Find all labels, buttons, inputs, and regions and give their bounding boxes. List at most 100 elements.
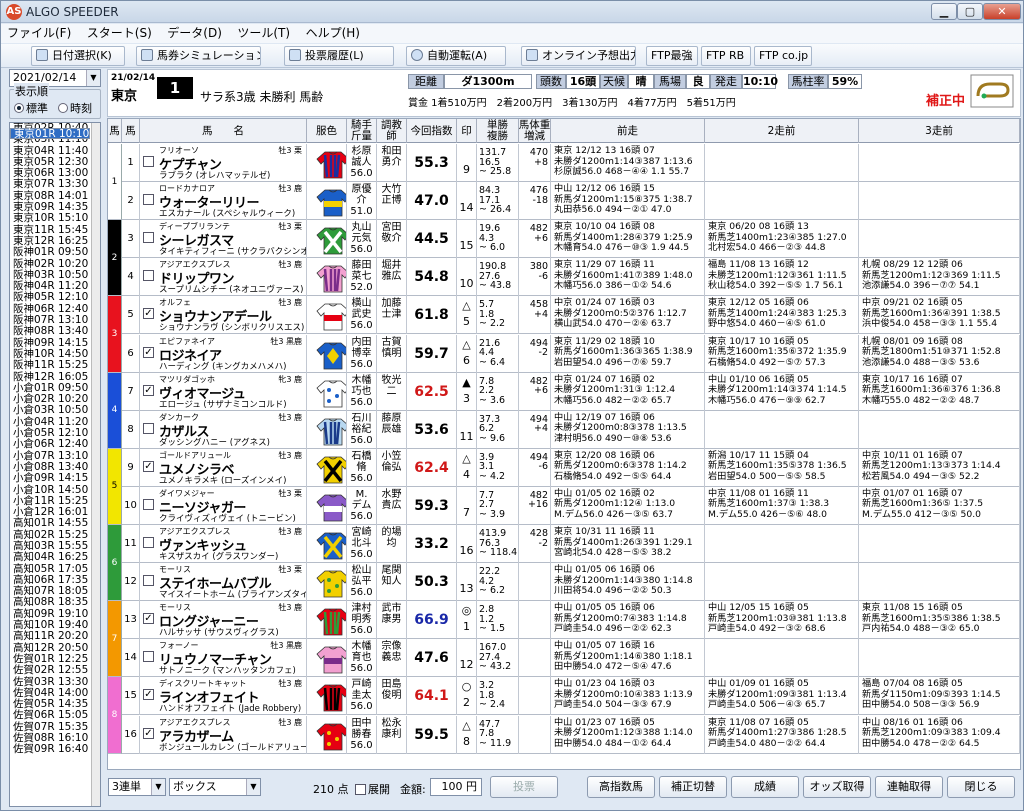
menu-start[interactable]: スタート(S): [81, 24, 158, 43]
dam-name: ハーディング (キングカメハメハ): [159, 361, 287, 372]
horse-checkbox[interactable]: [143, 194, 154, 206]
close-button[interactable]: 閉じる: [947, 776, 1015, 798]
race-list-item[interactable]: 小倉09R 14:15: [10, 472, 100, 484]
silk-cell: [307, 258, 347, 297]
bet-type-select[interactable]: 3連単 ▼: [108, 778, 166, 796]
silk-cell: [307, 410, 347, 449]
horse-checkbox[interactable]: ✓: [143, 308, 154, 320]
horse-checkbox[interactable]: ✓: [143, 727, 154, 739]
table-row[interactable]: 4 アジアエクスプレス 牡3 鹿ドリップワン スープリムシチー (ネオユニヴァース) 藤…: [108, 258, 1020, 297]
horse-checkbox[interactable]: [143, 498, 154, 510]
table-row[interactable]: 11 アジアエクスプレス 牡3 鹿ヴァンキッシュ キスザスカイ (グラスワンダー) 宮崎…: [108, 525, 1020, 564]
race-list-item[interactable]: 東京10R 15:10: [10, 213, 100, 225]
odds-fetch-button[interactable]: オッズ取得: [803, 776, 871, 798]
date-select-button[interactable]: 日付選択(K): [31, 46, 125, 66]
ticket-simulation-button[interactable]: 馬券シミュレーション(B): [136, 46, 261, 66]
race-list-item[interactable]: 佐賀09R 16:40: [10, 744, 100, 756]
table-row[interactable]: 1 フリオーソ 牡3 栗ケプチャン ラブラク (オレハマッテルゼ) 杉原 誠人 56.0…: [108, 144, 1020, 183]
prev-race-line: 戸崎圭54.0 504－③③ 67.9: [554, 699, 672, 711]
points-label: 210 点: [313, 783, 349, 796]
expand-checkbox[interactable]: 展開: [355, 781, 390, 797]
horse-checkbox[interactable]: ✓: [143, 384, 154, 396]
horse-checkbox[interactable]: [143, 537, 154, 548]
menu-tools[interactable]: ツール(T): [231, 24, 296, 43]
chevron-down-icon[interactable]: ▼: [246, 779, 260, 795]
table-row[interactable]: 10 ダイワメジャー 牡3 栗ニーソジャガー クライヴィズィヴェイ (トニービン) M.…: [108, 486, 1020, 525]
horse-checkbox[interactable]: [143, 575, 154, 587]
silk-cell: [307, 563, 347, 602]
maximize-icon[interactable]: ▢: [957, 3, 983, 20]
race-list-item[interactable]: 佐賀02R 12:55: [10, 664, 100, 676]
scrollbar[interactable]: [91, 123, 100, 806]
table-row[interactable]: 15 ✓ ディスクリートキャット 牡3 鹿ラインオフェイト ハンドオフフェイト (Jad…: [108, 677, 1020, 716]
axis-fetch-button[interactable]: 連軸取得: [875, 776, 943, 798]
menu-data[interactable]: データ(D): [161, 24, 228, 43]
race-list-item[interactable]: 阪神08R 13:40: [10, 326, 100, 338]
prev-race-p1: 中山 01/05 05 16頭 06 新馬ダ1200m0:7④383 1:14.8…: [551, 601, 705, 640]
horse-checkbox[interactable]: [143, 156, 154, 167]
race-list-item[interactable]: 東京01R 10:10: [10, 128, 91, 140]
table-row[interactable]: 14 フォーノー 牡3 黒鹿 リュウノマーチャン サトノニーク (マンハッタンカフェ) 木…: [108, 639, 1020, 678]
race-list-item[interactable]: 阪神01R 09:50: [10, 246, 100, 258]
table-row[interactable]: 13 ✓ モーリス 牡3 鹿ロングジャーニー ハルサッサ (サウスヴィグラス) 津村 明秀…: [108, 601, 1020, 640]
race-list-item[interactable]: 高知04R 16:25: [10, 551, 100, 563]
online-output-button[interactable]: オンライン予想出力: [521, 46, 636, 66]
trainer: 松永 康利: [377, 715, 407, 754]
title-bar[interactable]: AS ALGO SPEEDER ▁ ▢ ✕: [1, 1, 1023, 23]
prev-race-p1: 中山 01/23 04 16頭 03 未勝ダ1200m0:10④383 1:13.…: [551, 677, 705, 716]
race-list-item[interactable]: 小倉06R 12:40: [10, 439, 100, 451]
race-list-item[interactable]: 阪神11R 15:25: [10, 359, 100, 371]
ftp-strongest-button[interactable]: FTP最強: [646, 46, 698, 66]
horse-checkbox[interactable]: [143, 651, 154, 663]
horse-checkbox[interactable]: [143, 232, 154, 244]
horse-checkbox[interactable]: ✓: [143, 460, 154, 472]
ftp-cojp-button[interactable]: FTP co.jp: [754, 46, 812, 66]
minimize-icon[interactable]: ▁: [931, 3, 957, 20]
prev-race-p2: 東京 12/12 05 16頭 06 新馬芝1400m1:24④383 1:25.…: [705, 296, 859, 335]
prev-race-p2: [705, 563, 859, 602]
table-row[interactable]: 9 ✓ ゴールドアリュール 牡3 鹿ユメノシラベ ユメノキラメキ (ローズインメイ) 石橋…: [108, 448, 1020, 487]
radio-time[interactable]: 時刻: [58, 100, 92, 116]
trainer: 牧光 二: [377, 372, 407, 411]
chevron-down-icon[interactable]: ▼: [86, 70, 100, 86]
table-row[interactable]: 16 ✓ アジアエクスプレス 牡3 鹿アラカザーム ボンジュールカレン (ゴールドアリュ…: [108, 715, 1020, 754]
table-row[interactable]: 5 ✓ オルフェ 牡3 鹿ショウナンアデール ショウナンラヴ (シンボリクリスエス) 横山…: [108, 296, 1020, 335]
waku-cell: 1: [108, 144, 122, 221]
mark-symbol: [457, 260, 476, 276]
results-button[interactable]: 成績: [731, 776, 799, 798]
horse-checkbox[interactable]: [143, 422, 154, 434]
ftp-rb-button[interactable]: FTP RB: [701, 46, 751, 66]
menu-file[interactable]: ファイル(F): [1, 24, 77, 43]
prev-race-line: 浜中俊54.0 458－③③ 1.1 55.4: [862, 318, 998, 330]
correction-toggle-button[interactable]: 補正切替: [659, 776, 727, 798]
prev-race-p1: 中山 01/05 07 16頭 16 新馬ダ1200m1:14⑥380 1:18.…: [551, 639, 705, 678]
table-row[interactable]: 3 ディープブリランテ 牡3 栗シーレガスマ タイキティフィーニ (サクラバクシンオー…: [108, 220, 1020, 259]
auto-run-button[interactable]: 自動運転(A): [406, 46, 506, 66]
chevron-down-icon[interactable]: ▼: [151, 779, 165, 795]
horse-checkbox[interactable]: [143, 270, 154, 282]
table-row[interactable]: 8 ダンカーク 牡3 鹿カザルス ダッシングハニー (アグネス) 石川 裕紀 56.0 藤…: [108, 410, 1020, 449]
vote-history-button[interactable]: 投票履歴(L): [284, 46, 394, 66]
table-row[interactable]: 6 ✓ エピファネイア 牡3 黒鹿 ロジネイア ハーディング (キングカメハメハ) 内田 博…: [108, 334, 1020, 373]
speed-index: 55.3: [407, 144, 457, 182]
jockey: 宮崎 北斗 56.0: [347, 525, 377, 563]
table-row[interactable]: 12 モーリス 牡3 栗ステイホームバブル マイスイートホーム (ブライアンズタイム)…: [108, 563, 1020, 602]
prediction-mark: 10: [457, 258, 477, 297]
display-order-group: 表示順 標準 時刻: [9, 83, 101, 119]
table-row[interactable]: 2 ロードカナロア 牡3 鹿ウォーターリリー エスカナール (スペシャルウィーク) 原優…: [108, 182, 1020, 221]
close-icon[interactable]: ✕: [983, 3, 1021, 20]
amount-input[interactable]: 100 円: [430, 778, 482, 796]
bet-mode-select[interactable]: ボックス ▼: [169, 778, 261, 796]
menu-help[interactable]: ヘルプ(H): [300, 24, 366, 43]
horse-checkbox[interactable]: ✓: [143, 689, 154, 701]
race-list-item[interactable]: 高知11R 20:20: [10, 631, 100, 643]
prev-race-line: 新馬芝1600m1:35⑥372 1:35.9: [708, 346, 847, 357]
horse-checkbox[interactable]: ✓: [143, 346, 154, 358]
race-list-item[interactable]: 高知01R 14:55: [10, 518, 100, 530]
high-index-button[interactable]: 高指数馬: [587, 776, 655, 798]
table-row[interactable]: 7 ✓ マツリダゴッホ 牝3 鹿ヴィオマージュ エロージュ (サザナミコンコルド) 木幡 …: [108, 372, 1020, 411]
horse-checkbox[interactable]: ✓: [143, 613, 154, 625]
vote-button[interactable]: 投票: [490, 776, 558, 798]
radio-standard[interactable]: 標準: [14, 100, 48, 116]
race-list[interactable]: 東京01R 10:10東京02R 10:40東京03R 11:10東京04R 1…: [9, 122, 101, 807]
